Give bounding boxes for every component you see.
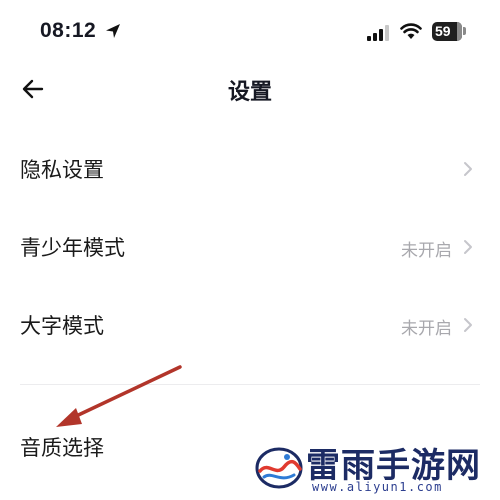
page-title: 设置 [227, 80, 272, 105]
settings-item-privacy[interactable]: 隐私设置 [0, 139, 500, 199]
status-time: 08:12 [40, 19, 97, 42]
nav-bar: 设置 [0, 64, 500, 114]
settings-item-value: 未开启 [401, 241, 452, 261]
wifi-icon [400, 23, 422, 39]
settings-item-large-font-mode[interactable]: 大字模式 未开启 [0, 295, 500, 355]
battery-level: 59 [435, 23, 451, 39]
settings-item-label: 音质选择 [20, 436, 104, 460]
battery-icon: 59 [432, 22, 462, 41]
section-divider [20, 384, 480, 385]
settings-item-label: 大字模式 [20, 314, 104, 338]
chevron-right-icon [464, 240, 472, 254]
settings-item-label: 青少年模式 [20, 236, 125, 260]
watermark: 雷雨手游网 www.aliyun1.com [244, 436, 500, 500]
battery-tip [463, 27, 466, 35]
chevron-right-icon [464, 318, 472, 332]
signal-icon [367, 25, 389, 41]
chevron-right-icon [464, 162, 472, 176]
settings-item-label: 隐私设置 [20, 158, 104, 182]
watermark-url: www.aliyun1.com [312, 480, 443, 494]
settings-item-teen-mode[interactable]: 青少年模式 未开启 [0, 217, 500, 277]
status-bar: 08:12 59 [0, 0, 500, 64]
location-arrow-icon [106, 24, 120, 38]
watermark-logo [255, 447, 303, 489]
settings-item-value: 未开启 [401, 319, 452, 339]
